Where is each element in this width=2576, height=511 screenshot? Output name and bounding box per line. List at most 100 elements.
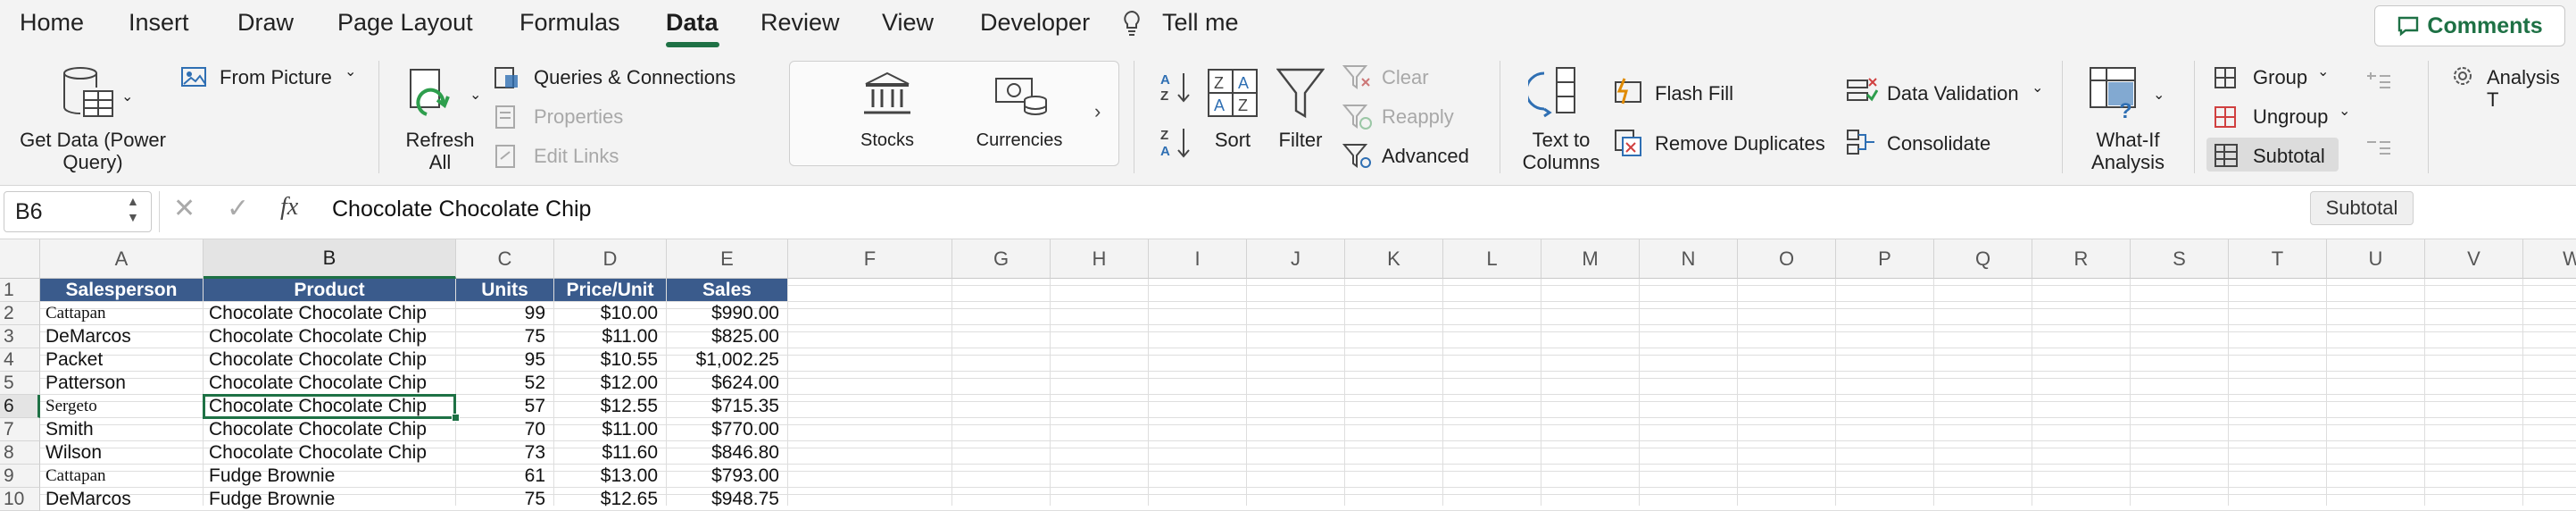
chevron-right-icon[interactable]: › <box>1094 100 1101 123</box>
header-cell[interactable]: Price/Unit <box>554 279 666 301</box>
table-cell[interactable]: 57 <box>456 395 554 418</box>
column-header[interactable]: W <box>2523 239 2576 279</box>
column-header[interactable]: A <box>40 239 204 279</box>
table-cell[interactable]: Smith <box>40 418 204 441</box>
table-cell[interactable]: $12.65 <box>554 488 667 511</box>
table-cell[interactable]: Packet <box>40 348 204 372</box>
table-cell[interactable]: $12.00 <box>554 372 667 395</box>
tab-formulas[interactable]: Formulas <box>519 9 620 37</box>
chevron-down-icon[interactable]: ⌄ <box>345 63 356 80</box>
data-validation-button[interactable]: Data Validation <box>1887 82 2019 105</box>
table-cell[interactable]: $990.00 <box>667 302 788 325</box>
sort-button[interactable]: Sort <box>1201 129 1264 151</box>
row-header[interactable]: 8 <box>0 441 40 465</box>
tell-me-search[interactable]: Tell me <box>1162 9 1239 37</box>
column-header[interactable]: I <box>1149 239 1247 279</box>
header-cell[interactable]: Product <box>204 279 455 301</box>
row-header[interactable]: 5 <box>0 372 40 395</box>
get-data-button[interactable]: Get Data (Power Query) <box>12 129 173 174</box>
column-header[interactable]: U <box>2327 239 2425 279</box>
sort-icon[interactable]: ZAAZ <box>1207 68 1259 118</box>
database-icon[interactable] <box>59 64 118 121</box>
table-cell[interactable]: $11.00 <box>554 418 667 441</box>
header-cell[interactable]: Sales <box>667 279 787 301</box>
table-cell[interactable]: $11.00 <box>554 325 667 348</box>
flash-fill-button[interactable]: Flash Fill <box>1655 82 1733 105</box>
chevron-down-icon[interactable]: ⌄ <box>121 88 133 105</box>
column-header[interactable]: J <box>1247 239 1345 279</box>
select-all-corner[interactable] <box>0 239 40 279</box>
column-header[interactable]: S <box>2131 239 2229 279</box>
chevron-down-icon[interactable]: ⌄ <box>2339 102 2350 120</box>
chevron-down-icon[interactable]: ⌄ <box>2032 79 2043 96</box>
table-cell[interactable]: $793.00 <box>667 465 788 488</box>
what-if-icon[interactable]: ? <box>2089 66 2146 120</box>
table-cell[interactable]: Sergeto <box>40 395 204 418</box>
tab-developer[interactable]: Developer <box>980 9 1090 37</box>
column-header[interactable]: P <box>1836 239 1934 279</box>
refresh-all-button[interactable]: Refresh All <box>400 129 480 174</box>
table-cell[interactable]: 99 <box>456 302 554 325</box>
edit-links-button[interactable]: Edit Links <box>534 145 619 167</box>
chevron-down-icon[interactable]: ⌄ <box>2317 63 2329 80</box>
table-cell[interactable]: $1,002.25 <box>667 348 788 372</box>
comments-button[interactable]: Comments <box>2374 5 2565 46</box>
row-header[interactable]: 2 <box>0 302 40 325</box>
clear-button[interactable]: Clear <box>1382 66 1429 88</box>
table-cell[interactable]: Patterson <box>40 372 204 395</box>
row-header[interactable]: 9 <box>0 465 40 488</box>
header-cell[interactable]: Salesperson <box>40 279 203 301</box>
table-cell[interactable]: 75 <box>456 488 554 511</box>
table-cell[interactable]: $770.00 <box>667 418 788 441</box>
table-cell[interactable]: Chocolate Chocolate Chip <box>204 372 456 395</box>
table-cell[interactable]: $825.00 <box>667 325 788 348</box>
tab-page-layout[interactable]: Page Layout <box>337 9 473 37</box>
row-header[interactable]: 7 <box>0 418 40 441</box>
bank-icon[interactable] <box>862 71 912 116</box>
remove-duplicates-button[interactable]: Remove Duplicates <box>1655 132 1825 155</box>
from-picture-button[interactable]: From Picture <box>220 66 332 88</box>
table-cell[interactable]: DeMarcos <box>40 325 204 348</box>
refresh-icon[interactable] <box>407 68 457 121</box>
text-to-columns-button[interactable]: Text to Columns <box>1512 129 1610 174</box>
filter-icon[interactable] <box>1276 68 1325 121</box>
column-header[interactable]: V <box>2425 239 2523 279</box>
chevron-down-icon[interactable]: ⌄ <box>469 86 481 104</box>
table-cell[interactable]: Wilson <box>40 441 204 465</box>
table-cell[interactable]: $846.80 <box>667 441 788 465</box>
table-cell[interactable]: DeMarcos <box>40 488 204 511</box>
text-to-columns-icon[interactable] <box>1528 66 1578 120</box>
table-cell[interactable]: Cattapan <box>40 465 204 488</box>
table-cell[interactable]: Fudge Brownie <box>204 465 456 488</box>
table-cell[interactable]: Chocolate Chocolate Chip <box>204 418 456 441</box>
queries-connections-button[interactable]: Queries & Connections <box>534 66 735 88</box>
column-header[interactable]: F <box>788 239 952 279</box>
table-cell[interactable]: 61 <box>456 465 554 488</box>
column-header[interactable]: D <box>554 239 667 279</box>
sort-ascending-icon[interactable]: AZ <box>1159 70 1194 105</box>
tab-home[interactable]: Home <box>20 9 84 37</box>
subtotal-button[interactable]: Subtotal <box>2253 145 2325 167</box>
table-cell[interactable]: $624.00 <box>667 372 788 395</box>
column-header[interactable]: R <box>2032 239 2131 279</box>
table-cell[interactable]: $12.55 <box>554 395 667 418</box>
stepper-down-icon[interactable]: ▼ <box>127 211 139 223</box>
column-header[interactable]: C <box>456 239 554 279</box>
row-header[interactable]: 3 <box>0 325 40 348</box>
group-button[interactable]: Group <box>2253 66 2307 88</box>
analysis-tools-button[interactable]: Analysis T <box>2487 66 2576 112</box>
table-cell[interactable]: Chocolate Chocolate Chip <box>204 348 456 372</box>
table-cell[interactable]: Chocolate Chocolate Chip <box>204 302 456 325</box>
tab-draw[interactable]: Draw <box>237 9 294 37</box>
table-cell[interactable]: 73 <box>456 441 554 465</box>
column-header[interactable]: G <box>952 239 1051 279</box>
currencies-icon[interactable] <box>994 71 1050 118</box>
reapply-button[interactable]: Reapply <box>1382 105 1454 128</box>
header-cell[interactable]: Units <box>456 279 553 301</box>
column-header[interactable]: O <box>1738 239 1836 279</box>
column-header[interactable]: B <box>204 239 456 279</box>
column-header[interactable]: H <box>1051 239 1149 279</box>
table-cell[interactable]: $11.60 <box>554 441 667 465</box>
stepper-up-icon[interactable]: ▲ <box>127 195 139 207</box>
table-cell[interactable]: Cattapan <box>40 302 204 325</box>
